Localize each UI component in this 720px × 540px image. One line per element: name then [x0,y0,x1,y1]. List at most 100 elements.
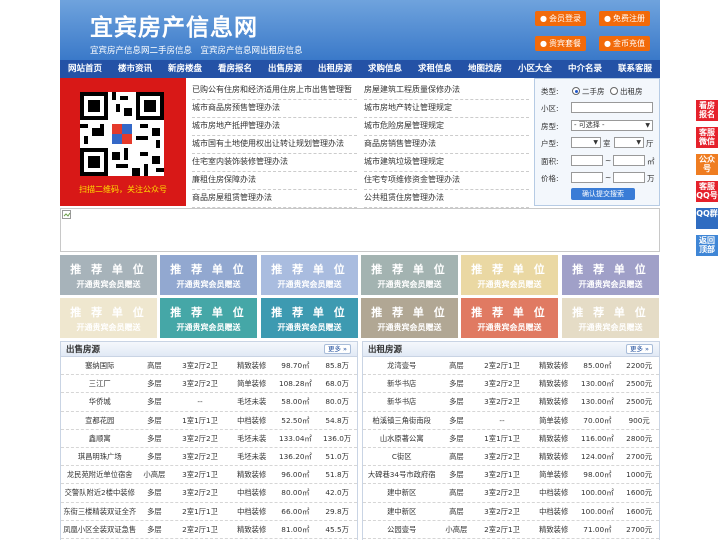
recommend-tile[interactable]: 推 荐 单 位开通贵宾会员赠送 [261,298,358,338]
listing-name[interactable]: 建中新区 [363,484,440,501]
area-max-input[interactable] [613,155,645,166]
table-row[interactable]: 新华书店 多层 3室2厅2卫 精致装修 130.00㎡ 2500元 [363,375,659,394]
listing-name[interactable]: 琪昌明珠广场 [61,448,138,465]
ad-banner[interactable] [60,208,660,252]
news-item[interactable]: 城市房地产抵押管理办法 [192,118,357,136]
table-row[interactable]: 大碑巷34号市政府宿 多层 3室2厅1卫 简单装修 98.00㎡ 1000元 [363,466,659,485]
listing-name[interactable]: 公园壹号 [363,521,440,538]
type-radio-rent[interactable] [610,87,618,95]
recommend-tile[interactable]: 推 荐 单 位开通贵宾会员赠送 [361,255,458,295]
table-row[interactable]: 塞纳国际 高层 3室2厅2卫 精致装修 98.70㎡ 85.8万 [61,357,357,376]
rent-more-button[interactable]: 更多 » [625,344,653,354]
listing-name[interactable]: 华侨城 [61,393,138,410]
submit-search-button[interactable]: 确认提交搜索 [571,188,635,200]
news-item[interactable]: 城市国有土地使用权出让转让规划管理办法 [192,136,357,154]
vip-package-button[interactable]: ● 贵宾套餐 [535,36,586,51]
member-login-button[interactable]: ● 会员登录 [535,11,586,26]
nav-wanted-rent[interactable]: 求租信息 [410,60,460,78]
news-item[interactable]: 住宅专项维修资金管理办法 [364,172,529,190]
listing-name[interactable]: 三江厂 [61,375,138,392]
table-row[interactable]: 公园壹号 小高层 2室2厅1卫 精致装修 71.00㎡ 2700元 [363,521,659,539]
nav-contact[interactable]: 联系客服 [610,60,660,78]
table-row[interactable]: 龙民苑附近单位宿舍 小高层 3室2厅1卫 精致装修 96.00㎡ 51.8万 [61,466,357,485]
table-row[interactable]: 交警队附近2楼中装修 多层 3室2厅2卫 中档装修 80.00㎡ 42.0万 [61,484,357,503]
table-row[interactable]: 建中新区 高层 3室2厅2卫 中档装修 100.00㎡ 1600元 [363,503,659,521]
recommend-tile[interactable]: 推 荐 单 位开通贵宾会员赠送 [60,255,157,295]
listing-name[interactable]: 大碑巷34号市政府宿 [363,466,440,483]
free-register-button[interactable]: ● 免费注册 [599,11,650,26]
news-item[interactable]: 城市建筑垃圾管理规定 [364,154,529,172]
community-input[interactable] [571,102,653,113]
table-row[interactable]: C街区 高层 3室2厅2卫 精致装修 124.00㎡ 2700元 [363,448,659,467]
recommend-tile[interactable]: 推 荐 单 位开通贵宾会员赠送 [461,255,558,295]
nav-news[interactable]: 楼市资讯 [110,60,160,78]
listing-name[interactable]: C街区 [363,448,440,465]
news-item[interactable]: 城市商品房预售管理办法 [192,100,357,118]
recommend-tile[interactable]: 推 荐 单 位开通贵宾会员赠送 [361,298,458,338]
recommend-tile[interactable]: 推 荐 单 位开通贵宾会员赠送 [160,255,257,295]
news-item[interactable]: 廉租住房保障办法 [192,172,357,190]
nav-for-sale[interactable]: 出售房源 [260,60,310,78]
table-row[interactable]: 山水原著公寓 多层 1室1厅1卫 精致装修 116.00㎡ 2800元 [363,430,659,448]
nav-home[interactable]: 网站首页 [60,60,110,78]
type-radio-secondhand[interactable] [572,87,580,95]
table-row[interactable]: 宣都花园 多层 1室1厅1卫 中档装修 52.50㎡ 54.8万 [61,412,357,430]
listing-name[interactable]: 塞纳国际 [61,357,138,374]
listing-name[interactable]: 东街三楼精装双证全齐 [61,503,138,520]
float-qq-group[interactable]: QQ群 [696,208,718,229]
table-row[interactable]: 鑫顺寓 多层 3室2厅2卫 毛坯未装 133.04㎡ 136.0万 [61,430,357,448]
news-item[interactable]: 商品房屋租赁管理办法 [192,190,357,208]
news-item[interactable]: 住宅室内装饰装修管理办法 [192,154,357,172]
nav-viewing-signup[interactable]: 看房报名 [210,60,260,78]
hall-select[interactable]: ▼ [614,137,644,148]
listing-name[interactable]: 山水原著公寓 [363,430,440,447]
nav-new-homes[interactable]: 新房楼盘 [160,60,210,78]
table-row[interactable]: 凤凰小区全装双证急售 多层 2室2厅1卫 精致装修 81.00㎡ 45.5万 [61,521,357,539]
site-title[interactable]: 宜宾房产信息网 [90,8,258,42]
listing-name[interactable]: 龙湾壹号 [363,357,440,374]
listing-name[interactable]: 新华书店 [363,375,440,392]
price-min-input[interactable] [571,172,603,183]
news-item[interactable]: 已购公有住房和经济适用住房上市出售管理暂 [192,82,357,100]
news-item[interactable]: 商品房销售管理办法 [364,136,529,154]
price-max-input[interactable] [613,172,645,183]
float-service-wechat[interactable]: 客服微信 [696,127,718,148]
coin-recharge-button[interactable]: ● 金币充值 [599,36,650,51]
nav-for-rent[interactable]: 出租房源 [310,60,360,78]
nav-agents[interactable]: 中介名录 [560,60,610,78]
table-row[interactable]: 琪昌明珠广场 多层 3室2厅2卫 毛坯未装 136.20㎡ 51.0万 [61,448,357,467]
recommend-tile[interactable]: 推 荐 单 位开通贵宾会员赠送 [160,298,257,338]
nav-communities[interactable]: 小区大全 [510,60,560,78]
table-row[interactable]: 新华书店 多层 3室2厅2卫 精致装修 130.00㎡ 2500元 [363,393,659,412]
listing-name[interactable]: 建中新区 [363,503,440,520]
table-row[interactable]: 建中新区 高层 3室2厅2卫 中档装修 100.00㎡ 1600元 [363,484,659,503]
news-item[interactable]: 城市房地产转让管理规定 [364,100,529,118]
listing-name[interactable]: 宣都花园 [61,412,138,429]
recommend-tile[interactable]: 推 荐 单 位开通贵宾会员赠送 [261,255,358,295]
room-select[interactable]: ▼ [571,137,601,148]
recommend-tile[interactable]: 推 荐 单 位开通贵宾会员赠送 [562,298,659,338]
recommend-tile[interactable]: 推 荐 单 位开通贵宾会员赠送 [562,255,659,295]
area-min-input[interactable] [571,155,603,166]
float-back-to-top[interactable]: 返回顶部 [696,235,718,256]
nav-map-search[interactable]: 地图找房 [460,60,510,78]
news-item[interactable]: 房屋建筑工程质量保修办法 [364,82,529,100]
table-row[interactable]: 柏溪镇三角街南段 多层 -- 简单装修 70.00㎡ 900元 [363,412,659,430]
listing-name[interactable]: 凤凰小区全装双证急售 [61,521,138,538]
recommend-tile[interactable]: 推 荐 单 位开通贵宾会员赠送 [60,298,157,338]
listing-name[interactable]: 柏溪镇三角街南段 [363,412,440,429]
float-service-qq[interactable]: 客服QQ号 [696,181,718,202]
listing-name[interactable]: 鑫顺寓 [61,430,138,447]
float-official-account[interactable]: 公众号 [696,154,718,175]
listing-name[interactable]: 交警队附近2楼中装修 [61,484,138,501]
listing-name[interactable]: 龙民苑附近单位宿舍 [61,466,138,483]
float-viewing-signup[interactable]: 看房报名 [696,100,718,121]
recommend-tile[interactable]: 推 荐 单 位开通贵宾会员赠送 [461,298,558,338]
layout-select[interactable]: - 可选择 - ▼ [571,120,653,131]
sale-more-button[interactable]: 更多 » [323,344,351,354]
listing-name[interactable]: 新华书店 [363,393,440,410]
news-item[interactable]: 城市危险房屋管理规定 [364,118,529,136]
table-row[interactable]: 龙湾壹号 高层 2室2厅1卫 精致装修 85.00㎡ 2200元 [363,357,659,376]
news-item[interactable]: 公共租赁住房管理办法 [364,190,529,208]
table-row[interactable]: 华侨城 多层 -- 毛坯未装 58.00㎡ 80.0万 [61,393,357,412]
